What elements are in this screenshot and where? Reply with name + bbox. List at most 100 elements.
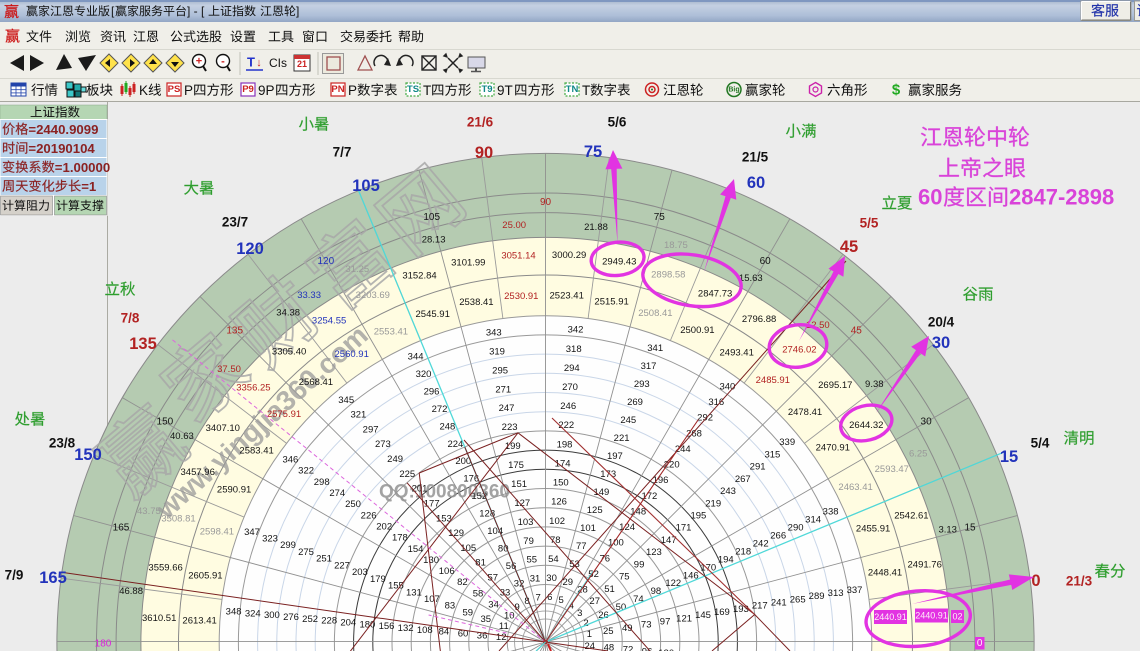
svg-text:241: 241 <box>771 598 787 609</box>
svg-text:270: 270 <box>562 382 578 393</box>
svg-text:P9: P9 <box>242 84 254 95</box>
svg-text:225: 225 <box>399 469 415 480</box>
svg-text:337: 337 <box>847 585 863 596</box>
svg-text:251: 251 <box>316 554 332 565</box>
svg-text:272: 272 <box>432 404 448 415</box>
svg-text:135: 135 <box>226 326 243 337</box>
svg-text:7/7: 7/7 <box>333 145 352 160</box>
svg-text:75: 75 <box>584 143 602 161</box>
svg-text:295: 295 <box>492 365 508 376</box>
svg-text:226: 226 <box>361 510 377 521</box>
svg-text:2605.91: 2605.91 <box>188 570 222 581</box>
svg-text:108: 108 <box>417 625 433 636</box>
svg-text:246: 246 <box>560 401 576 412</box>
svg-text:323: 323 <box>262 534 278 545</box>
svg-text:37.50: 37.50 <box>217 364 241 375</box>
svg-text:33: 33 <box>500 587 511 598</box>
svg-text:60: 60 <box>747 174 765 192</box>
svg-text:123: 123 <box>646 547 662 558</box>
svg-text:K: K <box>139 83 148 98</box>
svg-text:2590.91: 2590.91 <box>217 485 251 496</box>
svg-text:298: 298 <box>314 477 330 488</box>
svg-text:228: 228 <box>321 616 337 627</box>
svg-text:172: 172 <box>641 491 657 502</box>
svg-text:31: 31 <box>530 574 541 585</box>
svg-text:2560.91: 2560.91 <box>335 349 369 360</box>
svg-text:=1: =1 <box>81 179 96 194</box>
svg-text:2515.91: 2515.91 <box>594 296 628 307</box>
svg-text:2491.76: 2491.76 <box>908 559 942 570</box>
svg-text:30: 30 <box>932 334 950 352</box>
svg-text:TN: TN <box>566 84 579 95</box>
svg-text:320: 320 <box>416 369 432 380</box>
svg-text:] - [: ] - [ <box>187 4 205 18</box>
svg-text:2847.73: 2847.73 <box>698 289 732 300</box>
svg-text:75: 75 <box>619 572 630 583</box>
svg-text:2644.32: 2644.32 <box>849 420 883 431</box>
svg-text:315: 315 <box>764 449 780 460</box>
svg-text:CIs: CIs <box>269 56 287 70</box>
svg-text:2463.41: 2463.41 <box>838 482 872 493</box>
svg-text:222: 222 <box>558 420 574 431</box>
svg-text:2542.61: 2542.61 <box>894 511 928 522</box>
svg-text:31.25: 31.25 <box>345 264 369 275</box>
svg-text:0: 0 <box>977 638 983 649</box>
svg-text:194: 194 <box>718 554 734 565</box>
svg-text:34: 34 <box>488 600 499 611</box>
svg-text:196: 196 <box>653 475 669 486</box>
svg-text:T9: T9 <box>481 84 492 95</box>
svg-text:43.75: 43.75 <box>137 506 161 517</box>
svg-text:2695.17: 2695.17 <box>818 380 852 391</box>
svg-text:02: 02 <box>952 612 962 622</box>
svg-text:224: 224 <box>447 439 463 450</box>
svg-text:3610.51: 3610.51 <box>142 613 176 624</box>
svg-text:48: 48 <box>604 643 615 651</box>
svg-text:0: 0 <box>1031 572 1040 590</box>
svg-text:195: 195 <box>690 511 706 522</box>
svg-text:319: 319 <box>489 346 505 357</box>
svg-text:156: 156 <box>379 621 395 632</box>
svg-text:248: 248 <box>439 421 455 432</box>
svg-text:293: 293 <box>634 379 650 390</box>
svg-text:266: 266 <box>770 531 786 542</box>
svg-text:245: 245 <box>620 415 636 426</box>
svg-text:292: 292 <box>697 413 713 424</box>
svg-text:103: 103 <box>518 517 534 528</box>
svg-text:5: 5 <box>558 595 563 606</box>
svg-text:Big: Big <box>728 87 739 94</box>
svg-text:2530.91: 2530.91 <box>504 291 538 302</box>
svg-text:299: 299 <box>280 540 296 551</box>
svg-text:247: 247 <box>499 403 515 414</box>
svg-text:3407.10: 3407.10 <box>206 423 240 434</box>
svg-text:9T: 9T <box>497 83 513 98</box>
svg-text:267: 267 <box>735 474 751 485</box>
svg-text:T: T <box>423 83 431 98</box>
svg-text:2508.41: 2508.41 <box>638 308 672 319</box>
svg-text:250: 250 <box>345 499 361 510</box>
svg-text:3000.29: 3000.29 <box>552 250 586 261</box>
svg-text:2493.41: 2493.41 <box>720 348 754 359</box>
svg-text:348: 348 <box>226 607 242 618</box>
svg-text:135: 135 <box>129 335 157 353</box>
svg-text:180: 180 <box>95 639 112 650</box>
svg-text:3: 3 <box>577 608 582 619</box>
svg-text:21: 21 <box>297 59 307 69</box>
svg-text:314: 314 <box>805 515 821 526</box>
svg-text:18.75: 18.75 <box>664 240 688 251</box>
svg-text:23/8: 23/8 <box>49 436 76 451</box>
svg-text:2545.91: 2545.91 <box>416 309 450 320</box>
svg-text:28.13: 28.13 <box>422 234 446 245</box>
svg-text:7/8: 7/8 <box>121 311 140 326</box>
svg-text:218: 218 <box>735 546 751 557</box>
svg-text:223: 223 <box>502 422 518 433</box>
svg-text:249: 249 <box>387 454 403 465</box>
svg-text:3508.81: 3508.81 <box>161 514 195 525</box>
svg-text:$: $ <box>892 82 901 99</box>
svg-text:120: 120 <box>236 240 264 258</box>
svg-text:12: 12 <box>496 632 507 643</box>
svg-text:45: 45 <box>851 326 863 337</box>
svg-text:+: + <box>196 56 202 68</box>
svg-text:220: 220 <box>664 460 680 471</box>
svg-text:2478.41: 2478.41 <box>788 407 822 418</box>
svg-text:3559.66: 3559.66 <box>148 563 182 574</box>
